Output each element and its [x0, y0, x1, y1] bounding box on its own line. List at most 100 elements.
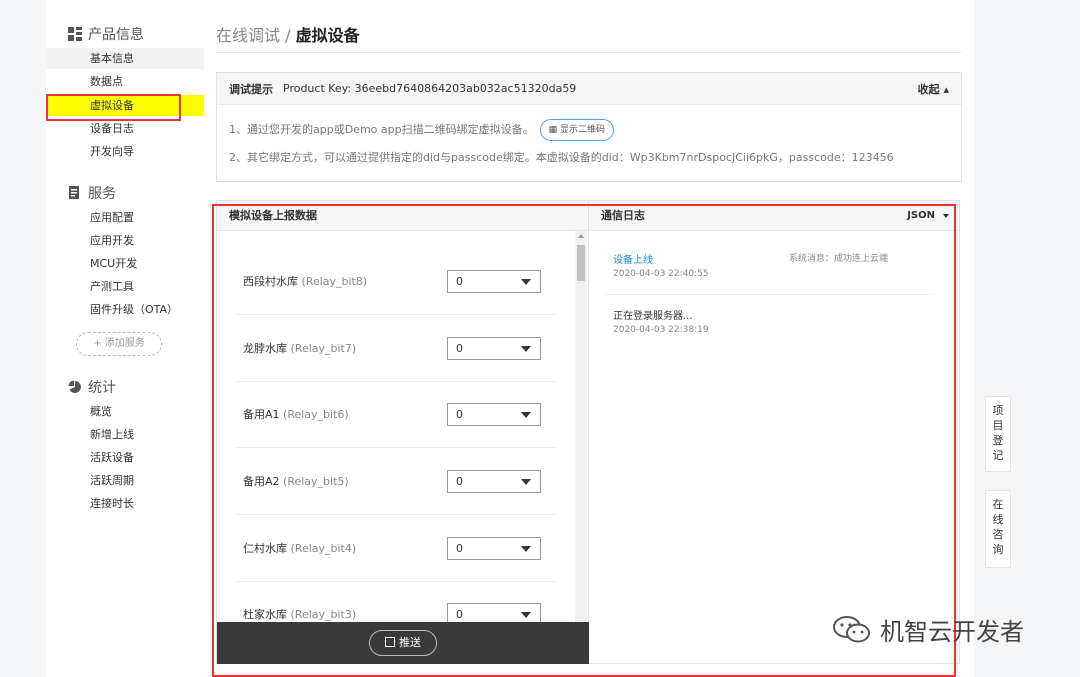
sidebar-group-service: 服务 [68, 183, 116, 203]
wechat-icon [833, 615, 870, 642]
tip-header: 调试提示 Product Key: 36eebd7640864203ab032a… [217, 73, 961, 105]
datapoint-key: (Relay_bit6) [283, 408, 349, 421]
datapoint-key: (Relay_bit7) [290, 342, 357, 355]
sidebar-item-connect-duration[interactable]: 连接时长 [46, 493, 204, 514]
simulated-data-title: 模拟设备上报数据 [217, 201, 588, 231]
datapoint-key: (Relay_bit3) [290, 608, 357, 621]
sidebar-item-new-online[interactable]: 新增上线 [46, 424, 204, 445]
tip-line-1: 1、通过您开发的app或Demo app扫描二维码绑定虚拟设备。 ▦ 显示二维码 [229, 119, 614, 141]
datapoint-list: 西段村水库 (Relay_bit8) 0 龙脖水库 (Relay_bit7) 0… [217, 231, 573, 623]
datapoint-select[interactable]: 0 [447, 537, 541, 560]
scroll-thumb[interactable] [577, 245, 585, 281]
external-link-icon [385, 637, 395, 647]
log-entry: 设备上线 系统消息：成功连上云端 2020-04-03 22:40:55 [599, 239, 935, 295]
main-content: 在线调试 / 虚拟设备 调试提示 Product Key: 36eebd7640… [204, 0, 974, 677]
sidebar-group-title: 服务 [88, 186, 116, 202]
log-message: 设备上线 [613, 255, 653, 266]
log-entry: 正在登录服务器... 2020-04-03 22:38:19 [599, 295, 929, 351]
project-register-button[interactable]: 项目登记 [985, 396, 1011, 472]
sidebar-item-basic-info[interactable]: 基本信息 [46, 48, 204, 69]
datapoint-name: 备用A2 [243, 475, 280, 488]
datapoint-row: 龙脖水库 (Relay_bit7) 0 [217, 315, 573, 382]
product-key: Product Key: 36eebd7640864203ab032ac5132… [283, 82, 577, 95]
datapoint-key: (Relay_bit8) [301, 275, 368, 288]
sidebar-group-title: 统计 [88, 380, 116, 396]
sidebar-item-device-log[interactable]: 设备日志 [46, 118, 204, 139]
add-service-button[interactable]: + 添加服务 [76, 332, 162, 356]
simulated-data-panel: 模拟设备上报数据 西段村水库 (Relay_bit8) 0 龙脖水库 (Rela… [216, 200, 589, 664]
tip-label: 调试提示 [229, 82, 273, 96]
datapoint-label: 备用A2 (Relay_bit5) [243, 448, 349, 515]
sidebar-group-title: 产品信息 [88, 27, 144, 43]
debug-tip-panel: 调试提示 Product Key: 36eebd7640864203ab032a… [216, 72, 962, 182]
qr-icon: ▦ [548, 125, 560, 135]
log-timestamp: 2020-04-03 22:40:55 [613, 269, 709, 279]
watermark-text: 机智云开发者 [880, 618, 1024, 646]
datapoint-label: 仁村水库 (Relay_bit4) [243, 515, 356, 582]
datapoint-row: 备用A2 (Relay_bit5) 0 [217, 448, 573, 515]
online-consult-label: 在线咨询 [992, 498, 1004, 556]
log-scrollbar[interactable] [951, 231, 959, 663]
sidebar-item-app-dev[interactable]: 应用开发 [46, 230, 204, 251]
datapoint-select[interactable]: 0 [447, 337, 541, 360]
watermark: 机智云开发者 [832, 612, 1024, 647]
log-timestamp: 2020-04-03 22:38:19 [613, 325, 709, 335]
title-divider [216, 52, 961, 53]
sidebar-item-active-devices[interactable]: 活跃设备 [46, 447, 204, 468]
datapoint-name: 西段村水库 [243, 275, 298, 288]
datapoint-row: 西段村水库 (Relay_bit8) 0 [217, 248, 573, 315]
sidebar-item-test-tool[interactable]: 产测工具 [46, 276, 204, 297]
datapoint-name: 备用A1 [243, 408, 280, 421]
datapoint-select[interactable]: 0 [447, 603, 541, 623]
show-qr-label: 显示二维码 [559, 125, 605, 135]
sidebar-item-app-config[interactable]: 应用配置 [46, 207, 204, 228]
sidebar-item-ota[interactable]: 固件升级（OTA） [46, 299, 204, 320]
sidebar-item-active-period[interactable]: 活跃周期 [46, 470, 204, 491]
pie-chart-icon [68, 380, 81, 393]
app-root: 产品信息 基本信息 数据点 虚拟设备 设备日志 开发向导 服务 应用配置 应用开… [0, 0, 1080, 677]
breadcrumb-parent[interactable]: 在线调试 / [216, 26, 296, 45]
datapoint-select[interactable]: 0 [447, 270, 541, 293]
datapoint-scrollbar[interactable] [575, 231, 587, 663]
sidebar-item-dev-guide[interactable]: 开发向导 [46, 141, 204, 162]
tip-line-1-text: 1、通过您开发的app或Demo app扫描二维码绑定虚拟设备。 [229, 123, 534, 136]
comm-log-title: 通信日志 [601, 209, 645, 222]
datapoint-label: 西段村水库 (Relay_bit8) [243, 248, 367, 315]
datapoint-name: 龙脖水库 [243, 342, 287, 355]
sidebar-group-product: 产品信息 [68, 24, 144, 44]
datapoint-select[interactable]: 0 [447, 470, 541, 493]
comm-log-panel: 通信日志 JSON 设备上线 系统消息：成功连上云端 2020-04-03 22… [589, 200, 960, 664]
sidebar-item-virtual-device[interactable]: 虚拟设备 [46, 95, 204, 116]
sidebar-item-mcu-dev[interactable]: MCU开发 [46, 253, 204, 274]
push-button[interactable]: 推送 [369, 630, 437, 656]
breadcrumb-current: 虚拟设备 [295, 26, 360, 45]
format-select[interactable]: JSON [907, 201, 949, 231]
log-detail: 系统消息：成功连上云端 [789, 254, 889, 264]
page-title: 在线调试 / 虚拟设备 [216, 22, 360, 46]
document-icon [69, 186, 79, 199]
datapoint-key: (Relay_bit4) [290, 542, 357, 555]
datapoint-row: 杜家水库 (Relay_bit3) 0 [217, 581, 573, 623]
log-message: 正在登录服务器... [613, 311, 693, 322]
online-consult-button[interactable]: 在线咨询 [985, 490, 1011, 568]
show-qr-button[interactable]: ▦ 显示二维码 [539, 119, 614, 141]
project-register-label: 项目登记 [992, 404, 1004, 462]
sidebar-group-stats: 统计 [68, 377, 116, 397]
sidebar-item-overview[interactable]: 概览 [46, 401, 204, 422]
collapse-button[interactable]: 收起 ▴ [918, 81, 949, 97]
push-bar: 推送 [217, 622, 589, 664]
datapoint-name: 仁村水库 [243, 542, 287, 555]
datapoint-label: 龙脖水库 (Relay_bit7) [243, 315, 356, 382]
sidebar-item-datapoints[interactable]: 数据点 [46, 71, 204, 92]
datapoint-select[interactable]: 0 [447, 403, 541, 426]
datapoint-row: 仁村水库 (Relay_bit4) 0 [217, 515, 573, 582]
scroll-up-icon[interactable] [578, 234, 584, 238]
datapoint-row: 备用A1 (Relay_bit6) 0 [217, 381, 573, 448]
datapoint-key: (Relay_bit5) [283, 475, 349, 488]
datapoint-name: 杜家水库 [243, 608, 287, 621]
sidebar: 产品信息 基本信息 数据点 虚拟设备 设备日志 开发向导 服务 应用配置 应用开… [46, 0, 204, 677]
grid-icon [68, 27, 82, 41]
comm-log-header: 通信日志 JSON [589, 201, 959, 231]
datapoint-label: 备用A1 (Relay_bit6) [243, 381, 349, 448]
push-label: 推送 [399, 636, 421, 649]
